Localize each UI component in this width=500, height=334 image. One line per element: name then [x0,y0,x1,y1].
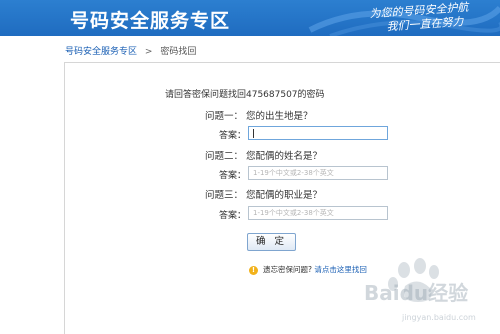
answer-1-row: 答案： [219,128,246,141]
recovery-prompt: 请回答密保问题找回475687507的密码 [165,90,325,100]
forgot-questions-help: ! 遗忘密保问题? 请点击这里找回 [249,264,367,275]
breadcrumb: 号码安全服务专区 > 密码找回 [65,44,196,57]
page-title: 号码安全服务专区 [70,10,231,32]
question-2-text: 您配偶的姓名是？ [246,151,323,162]
answer-1-label: 答案： [219,131,247,141]
confirm-button[interactable]: 确 定 [247,233,296,251]
question-2-label: 问题二： [204,151,243,162]
answer-2-input[interactable]: 1-19个中文或2-38个英文 [248,166,388,180]
breadcrumb-current: 密码找回 [160,47,197,57]
answer-3-row: 答案： [219,208,246,221]
question-1-row: 问题一： 您的出生地是？ [199,108,313,122]
question-2-row: 问题二： 您配偶的姓名是？ [199,148,322,162]
text-caret [253,129,254,138]
answer-3-placeholder: 1-19个中文或2-38个英文 [253,209,334,217]
watermark-url: jingyan.baidu.com [401,313,476,322]
breadcrumb-separator: > [144,47,153,57]
question-1-label: 问题一： [204,111,243,122]
breadcrumb-home-link[interactable]: 号码安全服务专区 [65,47,137,57]
question-3-text: 您配偶的职业是？ [246,190,323,201]
answer-2-label: 答案： [219,171,247,181]
recover-link[interactable]: 请点击这里找回 [314,265,367,274]
question-1-text: 您的出生地是？ [246,111,313,122]
help-text: 遗忘密保问题? [263,265,315,274]
answer-3-input[interactable]: 1-19个中文或2-38个英文 [248,206,388,220]
answer-3-label: 答案： [219,211,247,221]
answer-2-placeholder: 1-19个中文或2-38个英文 [253,169,334,177]
answer-2-row: 答案： [219,168,246,181]
question-3-label: 问题三： [204,190,243,201]
top-banner: 号码安全服务专区 为您的号码安全护航 我们一直在努力 [0,0,500,36]
info-icon: ! [249,265,258,275]
question-3-row: 问题三： 您配偶的职业是？ [199,187,322,201]
watermark-brand: Baidu经验 [364,281,468,305]
answer-1-input[interactable] [248,126,388,140]
baidu-jingyan-watermark: Baidu经验 jingyan.baidu.com [364,258,476,322]
